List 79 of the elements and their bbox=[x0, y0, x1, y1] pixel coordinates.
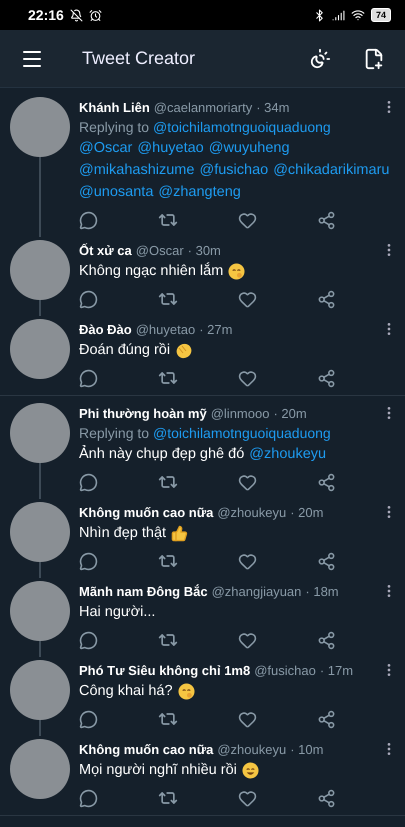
signal-icon bbox=[332, 8, 345, 22]
share-icon[interactable] bbox=[317, 630, 336, 650]
tweet-time: · 20m bbox=[290, 504, 324, 520]
user-handle: @Oscar bbox=[136, 242, 184, 258]
tweet-time: · 20m bbox=[273, 406, 307, 420]
user-name: Không muốn cao nữa bbox=[79, 742, 214, 756]
mention-link[interactable]: @zhangteng bbox=[158, 181, 241, 203]
reply-icon[interactable] bbox=[79, 368, 98, 388]
tweet-text: Mọi người nghĩ nhiều rồi bbox=[79, 759, 397, 781]
tweet-time: · 10m bbox=[290, 742, 324, 756]
user-handle: @fusichao bbox=[254, 662, 316, 678]
share-icon[interactable] bbox=[317, 210, 336, 230]
replying-label: Replying to bbox=[79, 118, 150, 137]
like-icon[interactable] bbox=[238, 210, 257, 230]
mention-link[interactable]: @mikahashizume bbox=[79, 159, 194, 181]
like-icon[interactable] bbox=[238, 552, 257, 570]
tweet-text: Không ngạc nhiên lắm bbox=[79, 260, 397, 282]
mention-link[interactable]: @toichilamotnguoiquaduong bbox=[153, 423, 331, 443]
like-icon[interactable] bbox=[238, 472, 257, 492]
share-icon[interactable] bbox=[317, 710, 336, 728]
user-handle: @zhoukeyu bbox=[217, 504, 286, 520]
tweet-text: Hai người... bbox=[79, 603, 156, 622]
mention-link[interactable]: @zhoukeyu bbox=[249, 443, 326, 465]
replying-label: Replying to bbox=[79, 424, 150, 443]
wifi-icon bbox=[350, 8, 365, 22]
mention-link[interactable]: @chikadarikimaru bbox=[273, 159, 390, 181]
mention-link[interactable]: @Oscar bbox=[79, 137, 132, 159]
bell-off-icon bbox=[70, 8, 83, 22]
user-handle: @zhangjiayuan bbox=[212, 584, 302, 598]
user-name: Khánh Liên bbox=[79, 100, 150, 114]
tweet-text: Ảnh này chụp đẹp ghê đó @zhoukeyu bbox=[79, 443, 397, 465]
tweet-text: Đoán đúng rồi bbox=[79, 339, 397, 361]
mention-link[interactable]: @fusichao bbox=[199, 159, 268, 181]
user-name: Mãnh nam Đông Bắc bbox=[79, 584, 208, 598]
user-handle: @huyetao bbox=[136, 322, 196, 336]
tweet-time: · 34m bbox=[256, 100, 290, 114]
mention-link[interactable]: @huyetao bbox=[137, 137, 204, 159]
user-name: Phi thường hoàn mỹ bbox=[79, 406, 207, 420]
reply-icon[interactable] bbox=[79, 552, 98, 570]
user-handle: @zhoukeyu bbox=[217, 742, 286, 756]
clock-time: 22:16 bbox=[28, 7, 64, 23]
share-icon[interactable] bbox=[317, 788, 336, 808]
like-icon[interactable] bbox=[238, 788, 257, 808]
reply-icon[interactable] bbox=[79, 710, 98, 728]
like-icon[interactable] bbox=[238, 290, 257, 308]
like-icon[interactable] bbox=[238, 630, 257, 650]
tweet-time: · 18m bbox=[305, 584, 339, 598]
user-handle: @caelanmoriarty bbox=[154, 100, 252, 114]
mention-link[interactable]: @wuyuheng bbox=[208, 137, 290, 159]
reply-icon[interactable] bbox=[79, 788, 98, 808]
mention-link[interactable]: @toichilamotnguoiquaduong bbox=[153, 117, 331, 137]
reply-icon[interactable] bbox=[79, 472, 98, 492]
battery-level: 74 bbox=[370, 8, 391, 22]
share-icon[interactable] bbox=[317, 552, 336, 570]
user-name: Đào Đào bbox=[79, 322, 132, 336]
tweet-time: · 17m bbox=[320, 662, 354, 678]
smiling-face-emoji-icon bbox=[228, 262, 246, 280]
thumbs-up-emoji-icon bbox=[171, 524, 188, 542]
user-name: Phó Tư Siêu không chỉ 1m8 bbox=[79, 662, 250, 678]
share-icon[interactable] bbox=[317, 368, 336, 388]
alarm-clock-icon bbox=[88, 8, 102, 22]
share-icon[interactable] bbox=[317, 472, 336, 492]
user-name: Ốt xử ca bbox=[79, 242, 132, 258]
mention-link[interactable]: @unosanta bbox=[79, 181, 154, 203]
smiling-face-emoji-icon bbox=[178, 682, 195, 700]
reply-icon[interactable] bbox=[79, 210, 98, 230]
tweet-time: · 27m bbox=[199, 322, 232, 336]
reply-icon[interactable] bbox=[79, 630, 98, 650]
user-name: Không muốn cao nữa bbox=[79, 504, 214, 520]
smiling-face-emoji-icon bbox=[242, 762, 259, 778]
like-icon[interactable] bbox=[238, 368, 257, 388]
reply-icon[interactable] bbox=[79, 290, 98, 308]
tweet-text: Công khai há? bbox=[79, 680, 397, 702]
tweet-text: Nhìn đẹp thật bbox=[79, 522, 397, 544]
like-icon[interactable] bbox=[238, 710, 257, 728]
user-handle: @linmooo bbox=[210, 406, 270, 420]
share-icon[interactable] bbox=[317, 290, 336, 308]
app-title: Tweet Creator bbox=[82, 48, 196, 69]
tweet-time: · 30m bbox=[188, 242, 221, 258]
